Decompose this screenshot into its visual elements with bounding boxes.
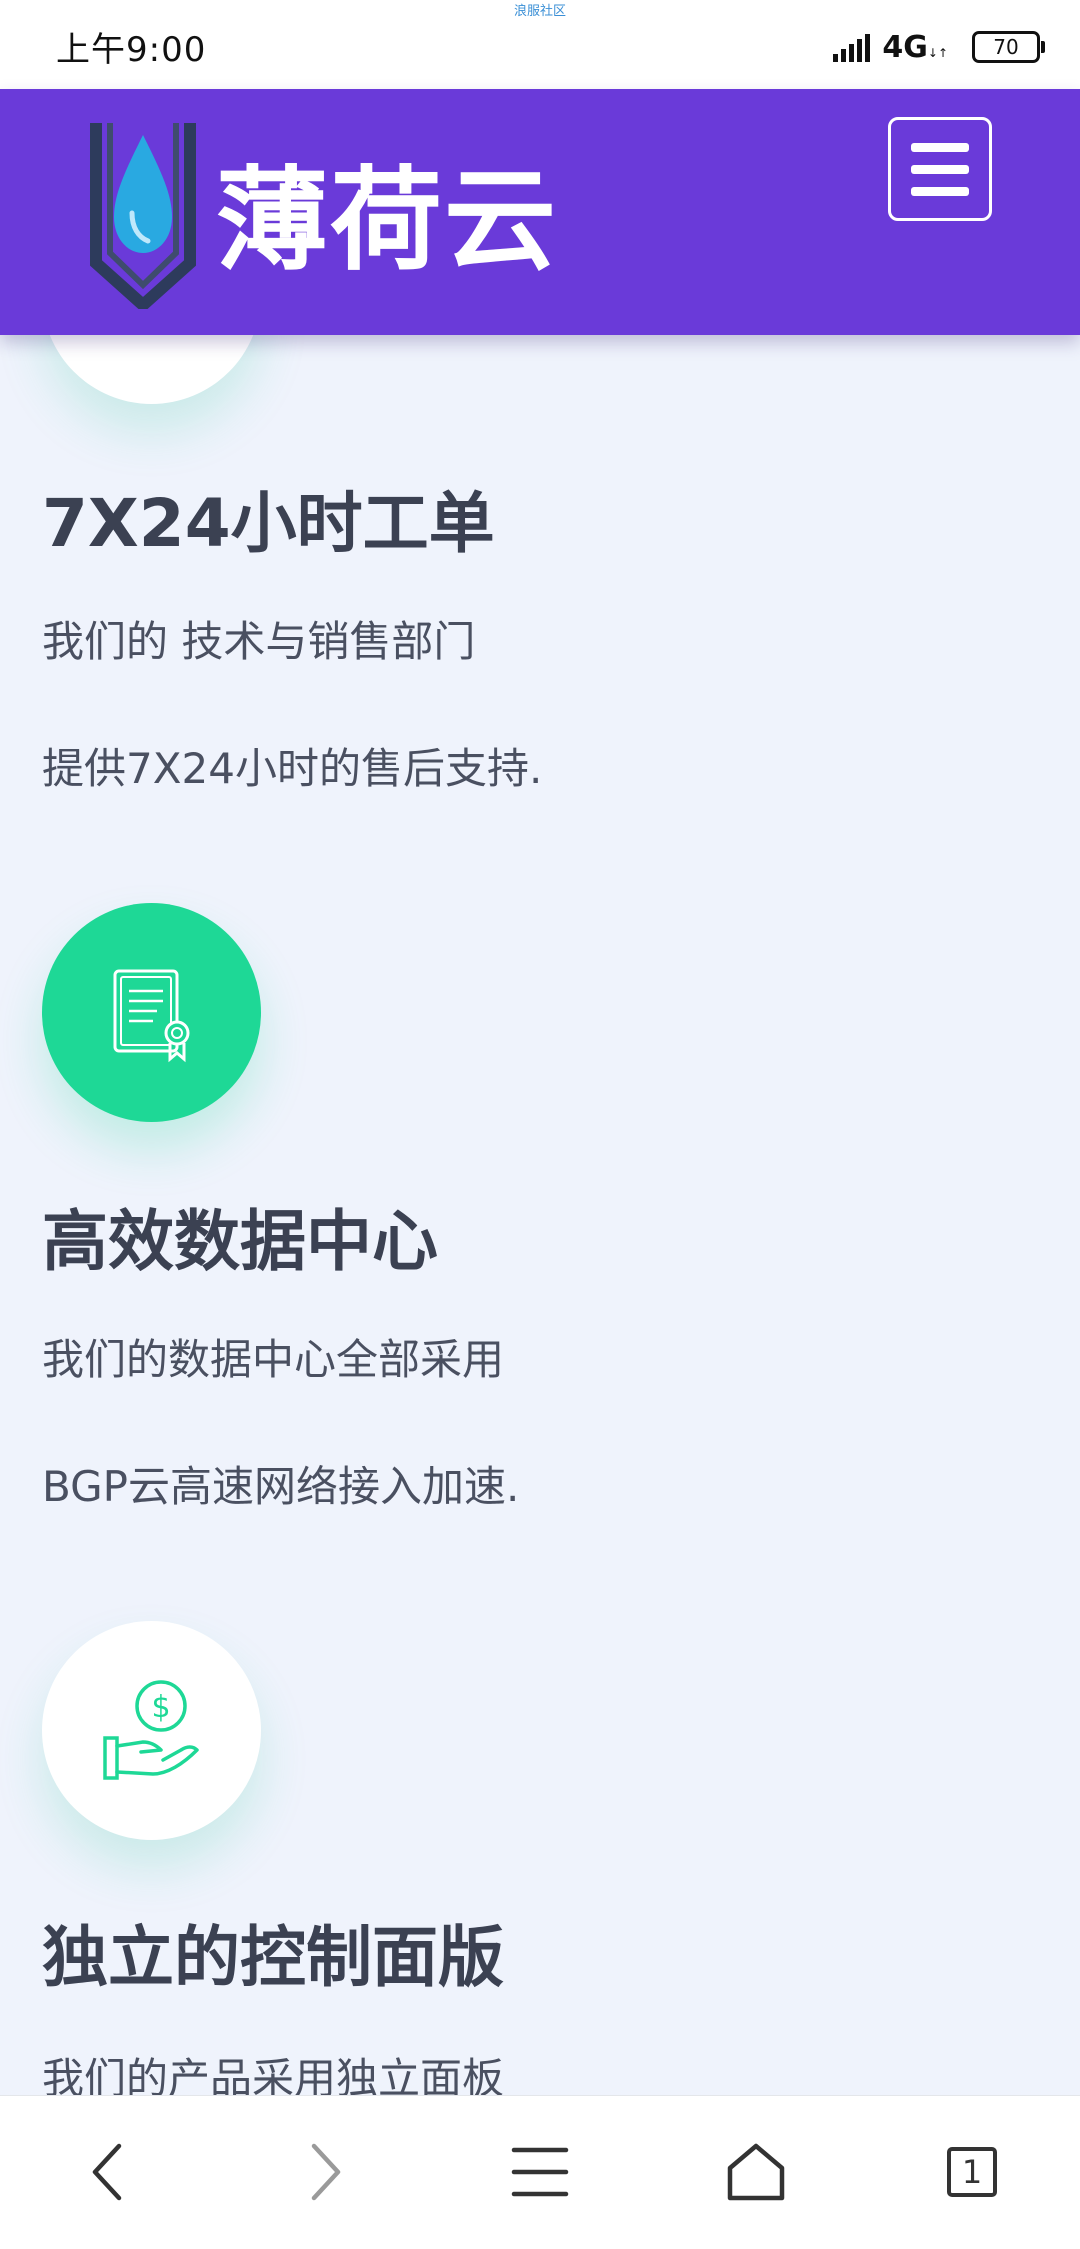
- home-button[interactable]: [716, 2132, 796, 2212]
- tabs-button[interactable]: 1: [932, 2132, 1012, 2212]
- forward-button[interactable]: [285, 2132, 365, 2212]
- forward-arrow-icon: [311, 2143, 341, 2201]
- feature-icon-circle: [42, 903, 261, 1122]
- feature-description: 提供7X24小时的售后支持.: [42, 744, 543, 793]
- site-logo[interactable]: 薄荷云: [88, 113, 558, 309]
- top-navbar: 薄荷云: [0, 89, 1080, 335]
- menu-button[interactable]: [888, 117, 992, 221]
- svg-text:$: $: [151, 1690, 170, 1725]
- browser-bottom-bar: 1: [0, 2095, 1080, 2249]
- menu-list-button[interactable]: [500, 2132, 580, 2212]
- feature-title: 独立的控制面版: [42, 1919, 504, 1996]
- water-drop-logo-icon: [90, 123, 196, 309]
- list-menu-icon: [511, 2147, 569, 2197]
- features-section: 7X24小时工单 我们的 技术与销售部门 提供7X24小时的售后支持. 高效数据…: [0, 0, 1080, 2248]
- certificate-icon: [113, 969, 189, 1062]
- feature-title: 7X24小时工单: [42, 485, 495, 562]
- feature-icon-circle: $: [42, 1621, 261, 1840]
- hamburger-menu-icon: [911, 142, 969, 152]
- money-hand-icon: $: [102, 1679, 199, 1780]
- back-button[interactable]: [68, 2132, 148, 2212]
- logo-text: 薄荷云: [216, 156, 558, 286]
- tab-count-icon: 1: [947, 2147, 997, 2197]
- hamburger-line: [911, 164, 969, 174]
- home-icon: [727, 2143, 785, 2201]
- feature-description: 我们的 技术与销售部门: [42, 617, 476, 666]
- feature-description: BGP云高速网络接入加速.: [42, 1462, 520, 1511]
- hamburger-line: [911, 186, 969, 196]
- feature-title: 高效数据中心: [42, 1203, 438, 1280]
- back-arrow-icon: [92, 2143, 122, 2201]
- feature-description: 我们的数据中心全部采用: [42, 1335, 505, 1384]
